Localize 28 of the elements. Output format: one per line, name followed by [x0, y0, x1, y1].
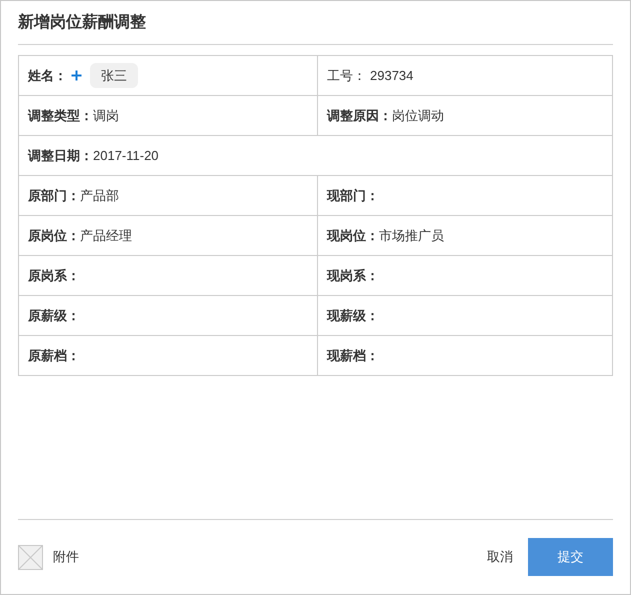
field-value: 调岗 — [93, 106, 119, 125]
field-label: 现岗系： — [327, 266, 379, 285]
attachment-label: 附件 — [53, 548, 79, 566]
field-label: 现薪档： — [327, 346, 379, 365]
field-label: 现部门： — [327, 186, 379, 205]
field-label: 原岗系： — [28, 266, 80, 285]
field-label: 工号： — [327, 66, 366, 85]
field-value: 293734 — [370, 66, 414, 85]
field-value: 岗位调动 — [392, 106, 444, 125]
field-label: 现薪级： — [327, 306, 379, 325]
field-label: 原部门： — [28, 186, 80, 205]
field-value: 2017-11-20 — [93, 146, 159, 165]
field-label: 姓名： — [28, 66, 67, 85]
field-label: 原岗位： — [28, 226, 80, 245]
add-icon[interactable] — [71, 70, 82, 81]
field-label: 现岗位： — [327, 226, 379, 245]
field-label: 调整原因： — [327, 106, 392, 125]
field-label: 调整日期： — [28, 146, 93, 165]
field-value: 产品经理 — [80, 226, 132, 245]
field-value: 产品部 — [80, 186, 119, 205]
name-tag: 张三 — [90, 62, 138, 88]
field-label: 调整类型： — [28, 106, 93, 125]
cancel-button[interactable]: 取消 — [487, 547, 513, 567]
image-placeholder-icon — [18, 544, 43, 570]
field-label: 原薪级： — [28, 306, 80, 325]
dialog-title: 新增岗位薪酬调整 — [18, 12, 146, 32]
field-label: 原薪档： — [28, 346, 80, 365]
field-value: 市场推广员 — [379, 226, 444, 245]
